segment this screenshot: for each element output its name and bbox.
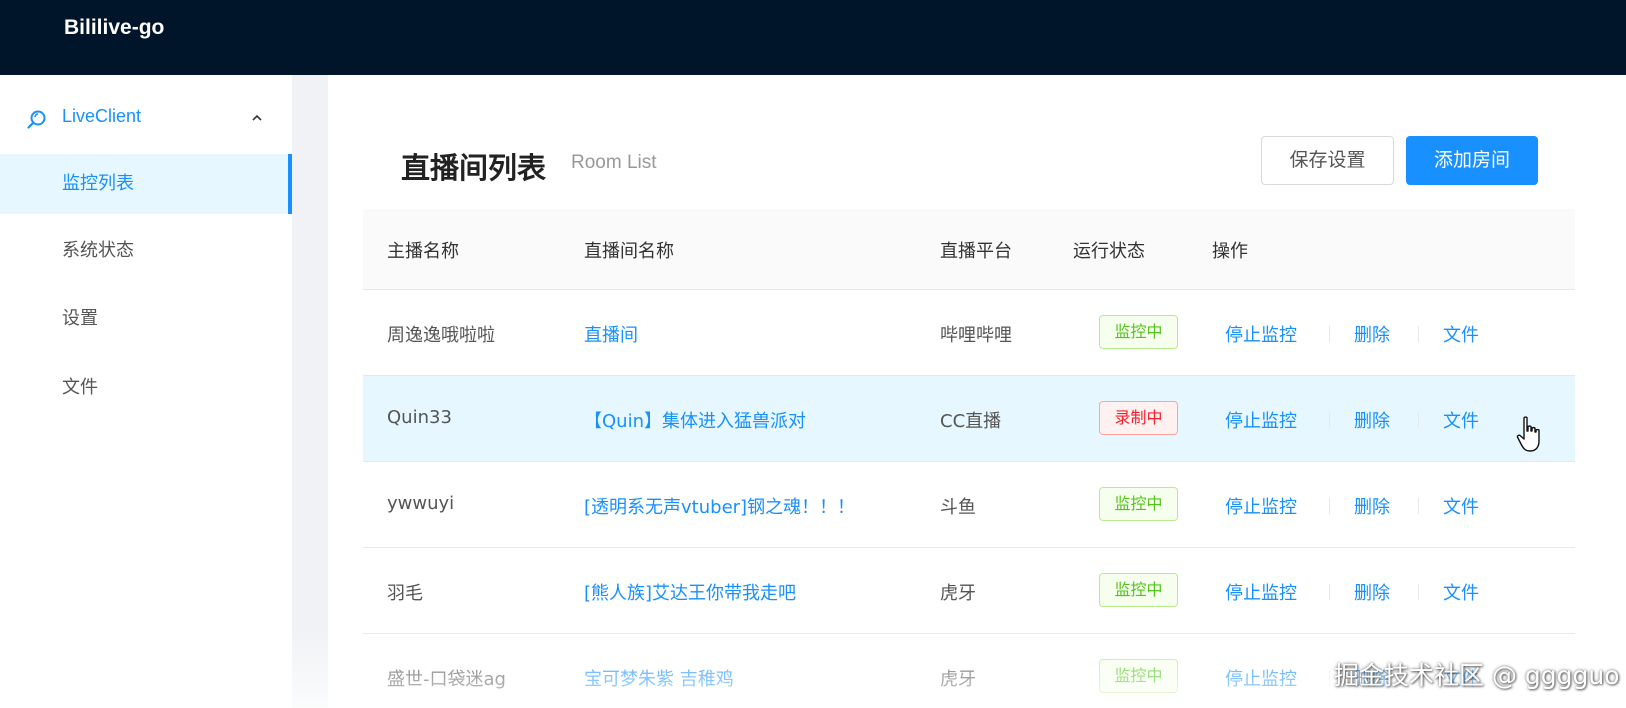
chevron-up-icon bbox=[252, 114, 262, 121]
action-divider bbox=[1329, 412, 1330, 428]
app-brand[interactable]: Bililive-go bbox=[64, 16, 164, 40]
sidebar-item-monitor-list[interactable]: 监控列表 bbox=[0, 154, 292, 214]
save-settings-button[interactable]: 保存设置 bbox=[1261, 136, 1394, 185]
page-subtitle: Room List bbox=[571, 152, 657, 173]
host-name: ywwuyi bbox=[387, 493, 455, 514]
action-divider bbox=[1418, 584, 1419, 600]
status-badge: 监控中 bbox=[1099, 487, 1178, 521]
action-divider bbox=[1418, 412, 1419, 428]
top-header: Bililive-go bbox=[0, 0, 1626, 75]
sidebar: LiveClient 监控列表 系统状态 设置 文件 bbox=[0, 75, 292, 708]
room-name-link[interactable]: [熊人族]艾达王你带我走吧 bbox=[584, 579, 796, 605]
platform-name: 哔哩哔哩 bbox=[940, 325, 1012, 346]
sidebar-item-files[interactable]: 文件 bbox=[0, 358, 292, 418]
delete-link[interactable]: 删除 bbox=[1354, 579, 1390, 605]
host-name: 羽毛 bbox=[387, 583, 423, 604]
action-divider bbox=[1329, 670, 1330, 686]
main-content: 直播间列表 Room List 保存设置 添加房间 主播名称 直播间名称 直播平… bbox=[328, 75, 1626, 708]
action-divider bbox=[1329, 498, 1330, 514]
stop-monitor-link[interactable]: 停止监控 bbox=[1225, 493, 1297, 519]
sidebar-item-system-status[interactable]: 系统状态 bbox=[0, 221, 292, 281]
column-header-host: 主播名称 bbox=[387, 241, 459, 262]
room-name-link[interactable]: [透明系无声vtuber]钢之魂！！！ bbox=[584, 493, 855, 519]
watermark: 掘金技术社区 @ gggguo bbox=[1334, 661, 1620, 690]
hand-pointer-icon bbox=[1516, 416, 1540, 452]
page-title: 直播间列表 bbox=[401, 151, 547, 185]
files-link[interactable]: 文件 bbox=[1443, 493, 1479, 519]
search-icon bbox=[27, 110, 46, 129]
table-row[interactable]: Quin33 【Quin】集体进入猛兽派对 CC直播 录制中 停止监控 删除 文… bbox=[363, 376, 1575, 462]
host-name: 盛世-口袋迷ag bbox=[387, 669, 506, 690]
room-name-link[interactable]: 直播间 bbox=[584, 321, 638, 347]
sidebar-item-settings[interactable]: 设置 bbox=[0, 289, 292, 349]
files-link[interactable]: 文件 bbox=[1443, 579, 1479, 605]
files-link[interactable]: 文件 bbox=[1443, 321, 1479, 347]
action-divider bbox=[1418, 498, 1419, 514]
stop-monitor-link[interactable]: 停止监控 bbox=[1225, 407, 1297, 433]
delete-link[interactable]: 删除 bbox=[1354, 493, 1390, 519]
table-row[interactable]: ywwuyi [透明系无声vtuber]钢之魂！！！ 斗鱼 监控中 停止监控 删… bbox=[363, 462, 1575, 548]
column-header-platform: 直播平台 bbox=[940, 241, 1012, 262]
status-badge: 监控中 bbox=[1099, 573, 1178, 607]
table-header: 主播名称 直播间名称 直播平台 运行状态 操作 bbox=[363, 209, 1575, 290]
action-divider bbox=[1329, 326, 1330, 342]
delete-link[interactable]: 删除 bbox=[1354, 321, 1390, 347]
platform-name: 虎牙 bbox=[940, 669, 976, 690]
sidebar-group-liveclient[interactable]: LiveClient bbox=[0, 91, 292, 147]
column-header-room: 直播间名称 bbox=[584, 241, 674, 262]
action-divider bbox=[1418, 326, 1419, 342]
stop-monitor-link[interactable]: 停止监控 bbox=[1225, 665, 1297, 691]
status-badge: 录制中 bbox=[1099, 401, 1178, 435]
platform-name: 虎牙 bbox=[940, 583, 976, 604]
room-name-link[interactable]: 【Quin】集体进入猛兽派对 bbox=[584, 407, 806, 433]
table-row[interactable]: 周逸逸哦啦啦 直播间 哔哩哔哩 监控中 停止监控 删除 文件 bbox=[363, 290, 1575, 376]
sidebar-group-label: LiveClient bbox=[62, 106, 142, 126]
action-divider bbox=[1329, 584, 1330, 600]
table-row[interactable]: 羽毛 [熊人族]艾达王你带我走吧 虎牙 监控中 停止监控 删除 文件 bbox=[363, 548, 1575, 634]
room-name-link[interactable]: 宝可梦朱紫 吉稚鸡 bbox=[584, 665, 734, 691]
add-room-button[interactable]: 添加房间 bbox=[1406, 136, 1538, 185]
column-header-actions: 操作 bbox=[1212, 241, 1248, 262]
column-header-status: 运行状态 bbox=[1073, 241, 1145, 262]
status-badge: 监控中 bbox=[1099, 315, 1178, 349]
host-name: Quin33 bbox=[387, 407, 452, 428]
files-link[interactable]: 文件 bbox=[1443, 407, 1479, 433]
host-name: 周逸逸哦啦啦 bbox=[387, 325, 495, 346]
platform-name: 斗鱼 bbox=[940, 497, 976, 518]
platform-name: CC直播 bbox=[940, 411, 1002, 432]
status-badge: 监控中 bbox=[1099, 659, 1178, 693]
stop-monitor-link[interactable]: 停止监控 bbox=[1225, 321, 1297, 347]
stop-monitor-link[interactable]: 停止监控 bbox=[1225, 579, 1297, 605]
delete-link[interactable]: 删除 bbox=[1354, 407, 1390, 433]
